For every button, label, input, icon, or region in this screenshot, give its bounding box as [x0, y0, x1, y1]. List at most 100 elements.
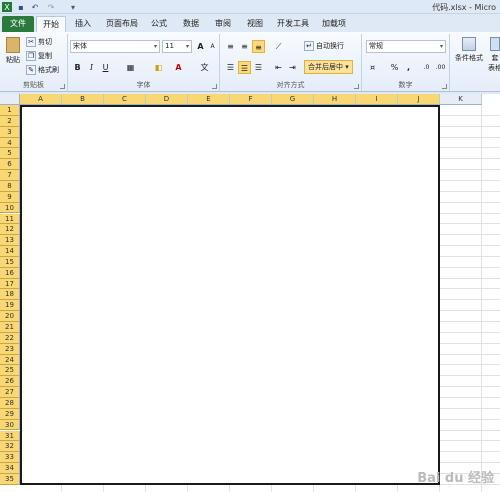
- format-table-button[interactable]: 套 表格: [488, 37, 500, 73]
- row-header-19[interactable]: 19: [0, 300, 20, 312]
- merge-center-button[interactable]: 合并后居中 ▾: [304, 60, 353, 74]
- excel-logo-icon[interactable]: X: [2, 2, 12, 12]
- tab-developer[interactable]: 开发工具: [274, 16, 312, 32]
- tab-home[interactable]: 开始: [36, 16, 66, 32]
- customize-icon[interactable]: ▾: [68, 2, 78, 12]
- row-header-3[interactable]: 3: [0, 126, 20, 138]
- row-header-26[interactable]: 26: [0, 376, 20, 388]
- bold-button[interactable]: B: [71, 61, 84, 74]
- align-left-icon[interactable]: ☰: [224, 61, 237, 74]
- shrink-font-button[interactable]: A: [206, 40, 219, 53]
- row-header-33[interactable]: 33: [0, 452, 20, 464]
- align-center-icon[interactable]: ☰: [238, 61, 251, 74]
- row-header-17[interactable]: 17: [0, 278, 20, 290]
- clipboard-launcher-icon[interactable]: [60, 84, 65, 89]
- align-middle-icon[interactable]: ≡: [238, 40, 251, 53]
- tab-addins[interactable]: 加载项: [318, 16, 350, 32]
- row-header-16[interactable]: 16: [0, 267, 20, 279]
- row-header-12[interactable]: 12: [0, 224, 20, 236]
- percent-button[interactable]: %: [388, 61, 401, 74]
- column-header-e[interactable]: E: [188, 94, 230, 105]
- row-header-32[interactable]: 32: [0, 441, 20, 453]
- column-header-j[interactable]: J: [398, 94, 440, 105]
- orientation-icon[interactable]: ⟋: [272, 40, 285, 53]
- column-header-h[interactable]: H: [314, 94, 356, 105]
- row-header-6[interactable]: 6: [0, 159, 20, 171]
- selection-range[interactable]: [20, 105, 440, 485]
- row-header-4[interactable]: 4: [0, 137, 20, 149]
- decrease-indent-icon[interactable]: ⇤: [272, 61, 285, 74]
- conditional-format-button[interactable]: 条件格式: [454, 37, 484, 63]
- row-header-20[interactable]: 20: [0, 311, 20, 322]
- underline-button[interactable]: U: [99, 61, 112, 74]
- row-header-8[interactable]: 8: [0, 180, 20, 192]
- row-header-21[interactable]: 21: [0, 322, 20, 333]
- save-icon[interactable]: ▪: [16, 2, 26, 12]
- alignment-launcher-icon[interactable]: [354, 84, 359, 89]
- tab-file[interactable]: 文件: [2, 16, 34, 32]
- row-header-29[interactable]: 29: [0, 408, 20, 420]
- row-header-27[interactable]: 27: [0, 387, 20, 398]
- column-header-d[interactable]: D: [146, 94, 188, 105]
- currency-icon[interactable]: ¤: [366, 61, 379, 74]
- column-header-i[interactable]: I: [356, 94, 398, 105]
- select-all-corner[interactable]: [0, 94, 20, 105]
- comma-button[interactable]: ,: [402, 61, 415, 74]
- row-header-35[interactable]: 35: [0, 473, 20, 485]
- column-header-b[interactable]: B: [62, 94, 104, 105]
- row-header-11[interactable]: 11: [0, 213, 20, 225]
- font-color-icon[interactable]: A: [172, 61, 185, 74]
- row-header-34[interactable]: 34: [0, 463, 20, 474]
- row-header-13[interactable]: 13: [0, 235, 20, 247]
- spreadsheet-grid[interactable]: A B C D E F G H I J K 1 2 3 4 5 6 7 8 9 10 11 12 13 14 15 16 17 18 19…: [0, 94, 500, 492]
- row-header-30[interactable]: 30: [0, 419, 20, 431]
- row-header-28[interactable]: 28: [0, 397, 20, 409]
- phonetic-icon[interactable]: 文: [198, 61, 211, 74]
- tab-data[interactable]: 数据: [178, 16, 204, 32]
- tab-page-layout[interactable]: 页面布局: [102, 16, 142, 32]
- column-header-g[interactable]: G: [272, 94, 314, 105]
- row-header-15[interactable]: 15: [0, 256, 20, 268]
- font-name-combo[interactable]: 宋体 ▾: [70, 40, 160, 53]
- row-header-9[interactable]: 9: [0, 191, 20, 203]
- increase-decimal-icon[interactable]: .0: [420, 61, 433, 74]
- decrease-decimal-icon[interactable]: .00: [434, 61, 447, 74]
- cut-button[interactable]: ✂ 剪切: [26, 37, 52, 47]
- row-header-10[interactable]: 10: [0, 202, 20, 214]
- row-header-23[interactable]: 23: [0, 343, 20, 355]
- row-header-1[interactable]: 1: [0, 105, 20, 116]
- align-bottom-icon[interactable]: ≡: [252, 40, 265, 53]
- tab-formulas[interactable]: 公式: [146, 16, 172, 32]
- format-painter-button[interactable]: ✎ 格式刷: [26, 65, 59, 75]
- column-header-k[interactable]: K: [440, 94, 482, 105]
- column-header-a[interactable]: A: [20, 94, 62, 105]
- row-header-18[interactable]: 18: [0, 289, 20, 301]
- row-header-5[interactable]: 5: [0, 148, 20, 160]
- undo-icon[interactable]: ↶: [30, 2, 40, 12]
- redo-icon[interactable]: ↷: [46, 2, 56, 12]
- row-header-25[interactable]: 25: [0, 365, 20, 377]
- copy-button[interactable]: ❐ 复制: [26, 51, 52, 61]
- paste-button[interactable]: 粘贴: [3, 37, 23, 65]
- font-launcher-icon[interactable]: [212, 84, 217, 89]
- number-format-combo[interactable]: 常规 ▾: [366, 40, 446, 53]
- number-launcher-icon[interactable]: [442, 84, 447, 89]
- column-header-c[interactable]: C: [104, 94, 146, 105]
- increase-indent-icon[interactable]: ⇥: [286, 61, 299, 74]
- row-header-24[interactable]: 24: [0, 354, 20, 366]
- tab-insert[interactable]: 插入: [70, 16, 96, 32]
- wrap-text-button[interactable]: ↵ 自动换行: [304, 41, 344, 51]
- column-header-f[interactable]: F: [230, 94, 272, 105]
- row-header-2[interactable]: 2: [0, 115, 20, 127]
- row-header-22[interactable]: 22: [0, 332, 20, 344]
- italic-button[interactable]: I: [85, 61, 98, 74]
- fill-color-icon[interactable]: ◧: [152, 61, 165, 74]
- row-header-7[interactable]: 7: [0, 170, 20, 181]
- tab-review[interactable]: 审阅: [210, 16, 236, 32]
- align-right-icon[interactable]: ☰: [252, 61, 265, 74]
- row-header-31[interactable]: 31: [0, 430, 20, 442]
- tab-view[interactable]: 视图: [242, 16, 268, 32]
- font-size-combo[interactable]: 11 ▾: [162, 40, 192, 53]
- borders-icon[interactable]: ▦: [124, 61, 137, 74]
- row-header-14[interactable]: 14: [0, 246, 20, 257]
